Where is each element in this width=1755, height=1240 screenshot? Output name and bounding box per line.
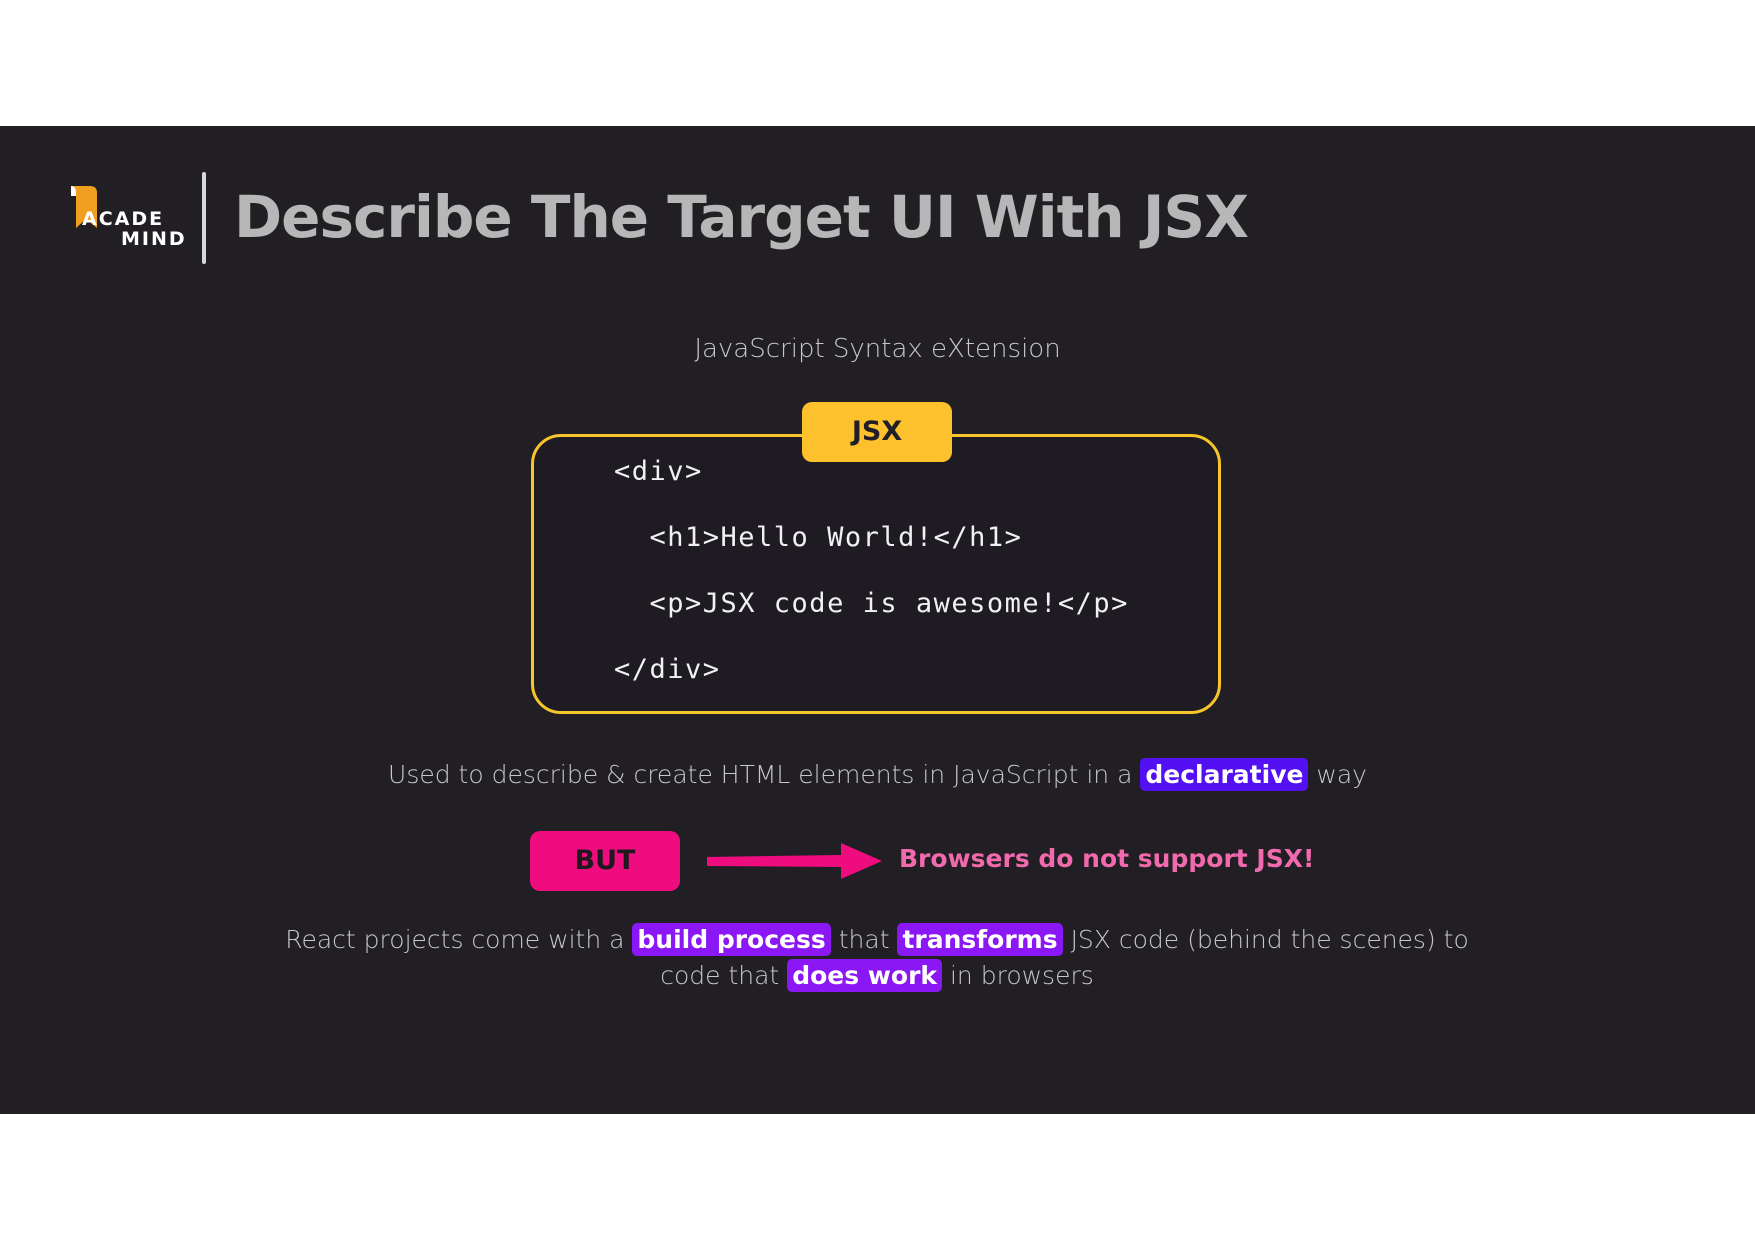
academind-logo: ACADE MIND — [66, 182, 191, 262]
description-line: Used to describe & create HTML elements … — [0, 758, 1755, 791]
slide-subtitle: JavaScript Syntax eXtension — [694, 334, 1061, 364]
but-badge: BUT — [530, 831, 680, 891]
code-line: <h1>Hello World!</h1> — [614, 522, 1023, 553]
right-arrow-icon — [707, 843, 882, 879]
logo-text-line-2: MIND — [121, 228, 187, 250]
description-text-end: way — [1316, 760, 1367, 789]
jsx-tag: JSX — [802, 402, 952, 462]
description-text: Used to describe & create HTML elements … — [388, 760, 1133, 789]
highlight-build-process: build process — [632, 923, 831, 956]
react-text: in browsers — [949, 961, 1094, 990]
highlight-declarative: declarative — [1140, 758, 1309, 791]
slide-title: Describe The Target UI With JSX — [234, 183, 1249, 251]
code-line: <div> — [614, 456, 703, 487]
code-line: </div> — [614, 654, 721, 685]
highlight-transforms: transforms — [897, 923, 1063, 956]
highlight-does-work: does work — [787, 959, 943, 992]
title-divider — [202, 172, 206, 264]
slide: ACADE MIND Describe The Target UI With J… — [0, 126, 1755, 1114]
code-line: <p>JSX code is awesome!</p> — [614, 588, 1129, 619]
logo-text-line-1: ACADE — [82, 208, 165, 230]
react-build-paragraph: React projects come with a build process… — [277, 922, 1477, 994]
warning-text: Browsers do not support JSX! — [899, 844, 1315, 873]
react-text: React projects come with a — [285, 925, 625, 954]
react-text: that — [838, 925, 890, 954]
